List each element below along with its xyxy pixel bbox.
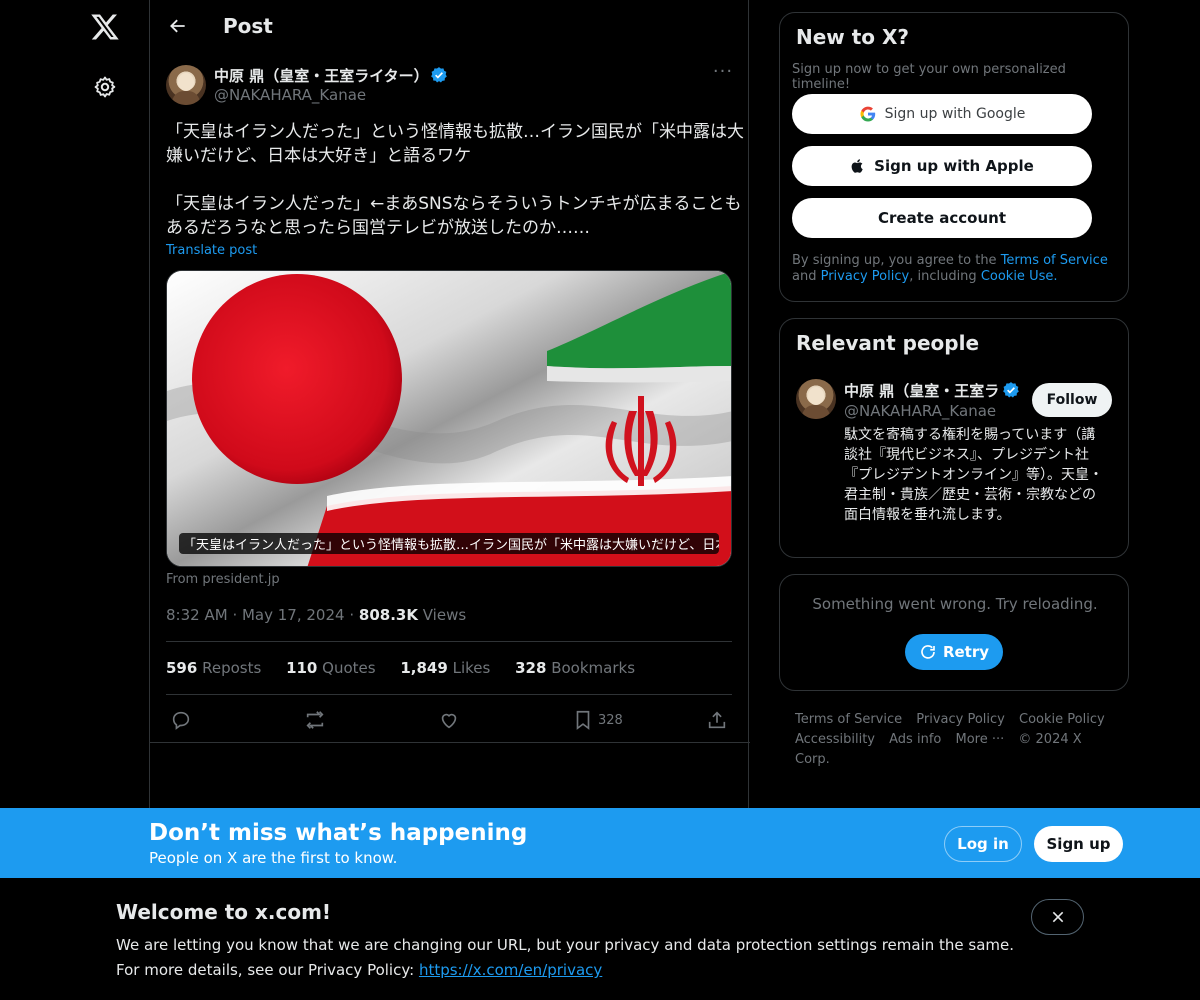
legal-text: By signing up, you agree to the Terms of…	[792, 253, 1108, 284]
verified-badge-icon	[1002, 381, 1020, 399]
post-text-line: あるだろうなと思ったら国営テレビが放送したのか……	[166, 218, 590, 238]
views-count: 808.3K	[358, 606, 418, 624]
author-handle[interactable]: @NAKAHARA_Kanae	[214, 86, 366, 104]
page-title: Post	[223, 14, 273, 38]
reply-icon[interactable]	[170, 708, 192, 732]
back-arrow-icon[interactable]	[166, 14, 190, 38]
meta-separator: ·	[232, 606, 242, 624]
post-time[interactable]: 8:32 AM	[166, 606, 228, 624]
apple-icon	[851, 159, 863, 173]
card-source[interactable]: From president.jp	[166, 572, 280, 587]
author-name[interactable]: 中原 鼎（皇室・王室ライター）	[214, 65, 429, 86]
signup-google-label: Sign up with Google	[884, 106, 1026, 122]
google-icon	[860, 106, 875, 122]
quotes-stat[interactable]: 110 Quotes	[286, 659, 376, 677]
bookmarks-stat: 328 Bookmarks	[515, 659, 636, 677]
gear-icon[interactable]	[91, 73, 119, 101]
footer-cookie-link[interactable]: Cookie Policy	[1019, 712, 1105, 727]
post-date[interactable]: May 17, 2024	[242, 606, 345, 624]
likes-stat[interactable]: 1,849 Likes	[400, 659, 490, 677]
signup-apple-label: Sign up with Apple	[874, 157, 1034, 175]
person-bio: 駄文を寄稿する権利を賜っています（講談社『現代ビジネス』、プレジデント社『プレジ…	[844, 427, 1103, 523]
follow-button[interactable]: Follow	[1032, 383, 1112, 417]
post-text-line: 「天皇はイラン人だった」←まあSNSならそういうトンチキが広まることも	[166, 194, 742, 214]
footer-ads-link[interactable]: Ads info	[889, 732, 941, 747]
divider	[166, 694, 732, 695]
bookmark-count: 328	[598, 712, 623, 728]
views-label: Views	[422, 606, 467, 624]
terms-link[interactable]: Terms of Service	[1001, 253, 1108, 268]
create-account-button[interactable]: Create account	[792, 198, 1092, 238]
signup-apple-button[interactable]: Sign up with Apple	[792, 146, 1092, 186]
panel-title: New to X?	[796, 25, 910, 49]
refresh-icon	[921, 645, 935, 659]
signup-banner: Don’t miss what’s happening People on X …	[0, 808, 1200, 878]
signup-google-button[interactable]: Sign up with Google	[792, 94, 1092, 134]
post-text-line: 「天皇はイラン人だった」という怪情報も拡散…イラン国民が「米中露は大	[166, 122, 744, 142]
post-text-line: 嫌いだけど、日本は大好き」と語るワケ	[166, 146, 472, 166]
footer-privacy-link[interactable]: Privacy Policy	[916, 712, 1005, 727]
verified-badge-icon	[430, 66, 448, 84]
more-options-icon[interactable]: ···	[712, 63, 734, 85]
x-logo-icon[interactable]	[90, 12, 120, 42]
relevant-people-panel: Relevant people 中原 鼎（皇室・王室ラ @NAKAHARA_Ka…	[779, 318, 1129, 558]
welcome-message: We are letting you know that we are chan…	[116, 936, 1015, 954]
footer-accessibility-link[interactable]: Accessibility	[795, 732, 875, 747]
person-handle[interactable]: @NAKAHARA_Kanae	[844, 402, 996, 420]
post-actions: 328	[166, 706, 732, 734]
top-bar: Post	[150, 0, 750, 53]
card-caption: 「天皇はイラン人だった」という怪情報も拡散…イラン国民が「米中露は大嫌いだけど、…	[179, 533, 719, 554]
welcome-banner: Welcome to x.com! We are letting you kno…	[0, 878, 1200, 1000]
privacy-policy-link[interactable]: https://x.com/en/privacy	[419, 961, 602, 979]
error-panel: Something went wrong. Try reloading. Ret…	[779, 574, 1129, 691]
signup-button[interactable]: Sign up	[1034, 826, 1123, 862]
card-image	[167, 271, 731, 566]
panel-title: Relevant people	[796, 331, 980, 355]
like-icon[interactable]	[438, 708, 460, 732]
divider	[150, 742, 750, 743]
error-message: Something went wrong. Try reloading.	[812, 595, 1098, 613]
bookmark-button[interactable]: 328	[572, 708, 623, 732]
reposts-stat[interactable]: 596 Reposts	[166, 659, 261, 677]
main-column: Post 中原 鼎（皇室・王室ライター） @NAKAHARA_Kanae ···…	[149, 0, 750, 808]
post-stats: 596 Reposts 110 Quotes 1,849 Likes 328 B…	[166, 659, 655, 677]
cookie-link[interactable]: Cookie Use.	[981, 269, 1058, 284]
privacy-link[interactable]: Privacy Policy	[821, 269, 910, 284]
person-avatar[interactable]	[796, 379, 836, 419]
post-metadata: 8:32 AM · May 17, 2024 · 808.3K Views	[166, 606, 466, 624]
retry-label: Retry	[942, 643, 990, 661]
bookmark-icon	[576, 710, 590, 730]
login-button[interactable]: Log in	[944, 826, 1022, 862]
welcome-privacy-line: For more details, see our Privacy Policy…	[116, 961, 603, 979]
footer-links: Terms of Service Privacy Policy Cookie P…	[795, 710, 1115, 770]
footer-terms-link[interactable]: Terms of Service	[795, 712, 902, 727]
footer-more-menu[interactable]: More ···	[955, 732, 1004, 747]
person-name[interactable]: 中原 鼎（皇室・王室ラ	[844, 380, 999, 401]
banner-subtitle: People on X are the first to know.	[149, 849, 398, 867]
banner-title: Don’t miss what’s happening	[149, 820, 528, 846]
repost-icon[interactable]	[304, 708, 326, 732]
close-icon[interactable]	[1031, 899, 1084, 935]
translate-post-link[interactable]: Translate post	[166, 243, 257, 258]
retry-button[interactable]: Retry	[905, 634, 1003, 670]
link-card[interactable]: 「天皇はイラン人だった」という怪情報も拡散…イラン国民が「米中露は大嫌いだけど、…	[166, 270, 732, 567]
divider	[166, 641, 732, 642]
meta-separator: ·	[349, 606, 359, 624]
signup-panel: New to X? Sign up now to get your own pe…	[779, 12, 1129, 302]
welcome-title: Welcome to x.com!	[116, 900, 332, 924]
author-avatar[interactable]	[166, 65, 206, 105]
share-icon[interactable]	[706, 708, 728, 732]
panel-subtitle: Sign up now to get your own personalized…	[792, 62, 1066, 92]
